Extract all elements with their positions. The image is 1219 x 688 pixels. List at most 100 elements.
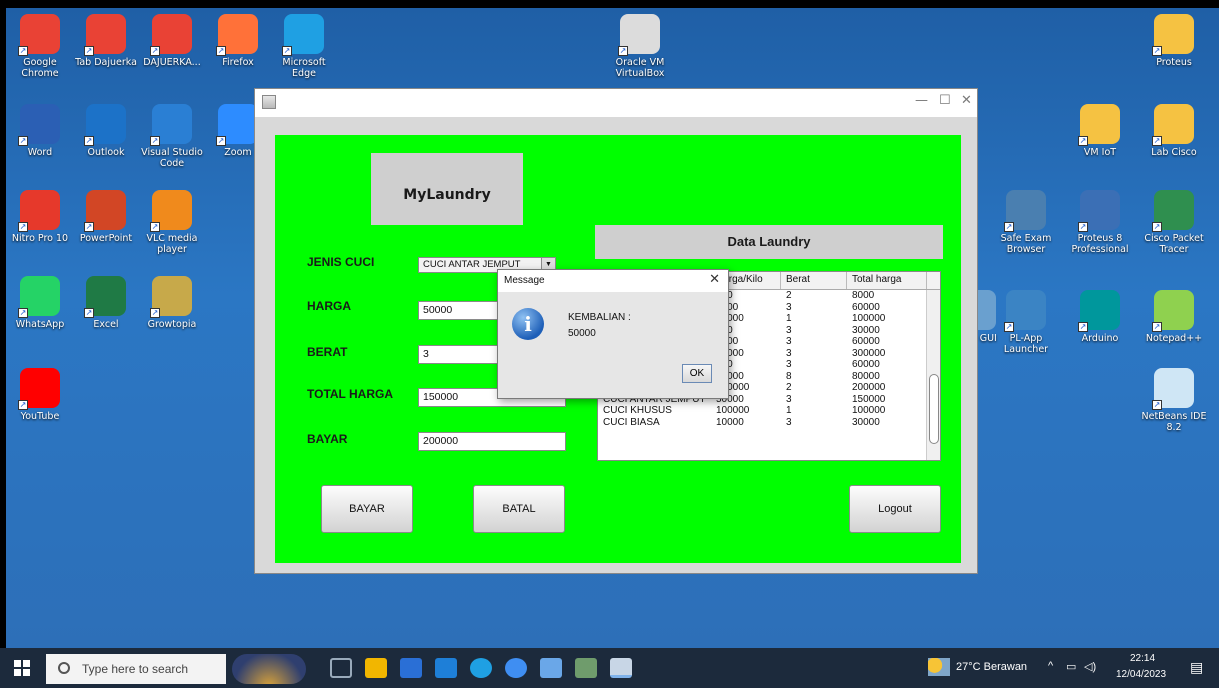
desktop-icon[interactable]: ↗ Google Chrome (6, 14, 74, 79)
shortcut-arrow-icon: ↗ (1152, 46, 1162, 56)
desktop-icon[interactable]: ↗ YouTube (6, 368, 74, 422)
desktop-icon[interactable]: ↗ Notepad++ (1140, 290, 1208, 344)
desktop-icon[interactable]: ↗ Growtopia (138, 276, 206, 330)
taskbar: Type here to search 27°C Berawan ^ ▭ ◁) … (0, 648, 1219, 688)
close-icon[interactable]: ✕ (709, 272, 720, 287)
dialog-message-label: KEMBALIAN : (568, 312, 631, 323)
table-cell: 2 (786, 382, 792, 393)
close-icon[interactable]: ✕ (961, 93, 972, 108)
desktop-icon[interactable]: ↗ Arduino (1066, 290, 1134, 344)
snipping-tool-icon[interactable] (575, 658, 597, 678)
desktop-icon-label: Oracle VM VirtualBox (615, 57, 665, 79)
dialog-title: Message (498, 270, 728, 292)
vlc-icon: ↗ (150, 190, 192, 232)
shortcut-arrow-icon: ↗ (150, 222, 160, 232)
nitro-icon: ↗ (18, 190, 60, 232)
desktop-icon[interactable]: ↗ DAJUERKA... (138, 14, 206, 68)
clock-time[interactable]: 22:14 (1130, 653, 1155, 664)
col-berat[interactable]: Berat (781, 272, 847, 289)
desktop-icon[interactable]: ↗ NetBeans IDE 8.2 (1140, 368, 1208, 433)
java-app-taskbar-icon[interactable] (610, 658, 632, 678)
table-cell: CUCI BIASA (603, 416, 660, 428)
desktop-icon[interactable]: ↗ Lab Cisco (1140, 104, 1208, 158)
store-icon[interactable] (400, 658, 422, 678)
proteus-icon: ↗ (1078, 190, 1120, 232)
desktop-icon-label: Proteus 8 Professional (1071, 233, 1129, 255)
window-titlebar[interactable]: — ☐ ✕ (255, 89, 977, 117)
desktop-icon[interactable]: ↗ Safe Exam Browser (992, 190, 1060, 255)
table-cell: 3 (786, 347, 792, 359)
table-cell: 30000 (852, 416, 880, 428)
desktop-icon-label: Notepad++ (1145, 333, 1203, 344)
shortcut-arrow-icon: ↗ (618, 46, 628, 56)
table-cell: 3 (786, 359, 792, 370)
table-cell: 1 (786, 405, 792, 416)
desktop-icon[interactable]: ↗ Excel (72, 276, 140, 330)
logout-button[interactable]: Logout (849, 485, 941, 533)
shortcut-arrow-icon: ↗ (84, 136, 94, 146)
news-widget-icon[interactable] (232, 654, 306, 684)
bayar-button[interactable]: BAYAR (321, 485, 413, 533)
file-explorer-icon[interactable] (365, 658, 387, 678)
desktop-icon-label: Excel (93, 319, 119, 330)
windows-start-icon[interactable] (14, 660, 30, 676)
shortcut-arrow-icon: ↗ (1078, 322, 1088, 332)
minimize-icon[interactable]: — (915, 93, 928, 108)
weather-icon[interactable] (928, 658, 950, 676)
desktop-icon[interactable]: ↗ Word (6, 104, 74, 158)
berat-label: BERAT (307, 345, 348, 359)
mail-icon[interactable] (435, 658, 457, 678)
table-row[interactable]: CUCI BIASA 10000 3 30000 (598, 417, 940, 429)
battery-icon[interactable]: ▭ (1066, 660, 1076, 673)
word-icon: ↗ (18, 104, 60, 146)
table-cell: 30000 (852, 324, 880, 336)
ok-button[interactable]: OK (682, 364, 712, 383)
desktop-icon[interactable]: ↗ Outlook (72, 104, 140, 158)
chevron-up-icon[interactable]: ^ (1048, 660, 1053, 672)
maximize-icon[interactable]: ☐ (939, 93, 951, 108)
shortcut-arrow-icon: ↗ (1152, 322, 1162, 332)
taskbar-search-input[interactable]: Type here to search (46, 654, 226, 684)
weather-text[interactable]: 27°C Berawan (956, 661, 1027, 673)
speaker-icon[interactable]: ◁) (1084, 660, 1096, 673)
scrollbar-thumb[interactable] (929, 374, 939, 444)
desktop-icon-label: Lab Cisco (1151, 147, 1197, 158)
desktop-icon[interactable]: ↗ Proteus (1140, 14, 1208, 68)
clock-date[interactable]: 12/04/2023 (1116, 669, 1166, 680)
virtualbox-taskbar-icon[interactable] (540, 658, 562, 678)
table-cell: 200000 (852, 382, 886, 393)
bayar-field[interactable]: 200000 (418, 432, 566, 451)
desktop-icon-label: VLC media player (146, 233, 198, 255)
desktop-icon[interactable]: ↗ WhatsApp (6, 276, 74, 330)
data-laundry-title: Data Laundry (595, 225, 943, 259)
table-scrollbar[interactable] (926, 290, 940, 460)
desktop-icon[interactable]: ↗ Cisco Packet Tracer (1140, 190, 1208, 255)
shortcut-arrow-icon: ↗ (1152, 222, 1162, 232)
task-view-icon[interactable] (330, 658, 352, 678)
desktop-icon[interactable]: ↗ Oracle VM VirtualBox (606, 14, 674, 79)
desktop-icon[interactable]: ↗ Microsoft Edge (270, 14, 338, 79)
table-row[interactable]: CUCI KHUSUS 100000 1 100000 (598, 405, 940, 417)
desktop-icon[interactable]: ↗ Tab Dajuerka (72, 14, 140, 68)
desktop-icon[interactable]: ↗ Firefox (204, 14, 272, 68)
col-total[interactable]: Total harga (847, 272, 927, 289)
batal-button[interactable]: BATAL (473, 485, 565, 533)
desktop-icon[interactable]: ↗ PL-App Launcher (992, 290, 1060, 355)
table-cell: 60000 (852, 301, 880, 313)
desktop-icon[interactable]: ↗ Visual Studio Code (138, 104, 206, 169)
whatsapp-icon: ↗ (18, 276, 60, 318)
desktop-icon[interactable]: ↗ Proteus 8 Professional (1066, 190, 1134, 255)
browser-icon[interactable] (505, 658, 527, 678)
edge-icon[interactable] (470, 658, 492, 678)
table-cell: 2 (786, 290, 792, 301)
desktop-icon-label: VM IoT (1083, 147, 1117, 158)
table-cell: 100000 (852, 405, 886, 416)
desktop-icon[interactable]: ↗ VM IoT (1066, 104, 1134, 158)
desktop-icon-label: PL-App Launcher (1003, 333, 1049, 355)
shortcut-arrow-icon: ↗ (1152, 136, 1162, 146)
desktop-icon[interactable]: ↗ Nitro Pro 10 (6, 190, 74, 244)
desktop-icon[interactable]: ↗ PowerPoint (72, 190, 140, 244)
notification-icon[interactable]: ▤ (1190, 659, 1203, 676)
shortcut-arrow-icon: ↗ (84, 46, 94, 56)
desktop-icon[interactable]: ↗ VLC media player (138, 190, 206, 255)
